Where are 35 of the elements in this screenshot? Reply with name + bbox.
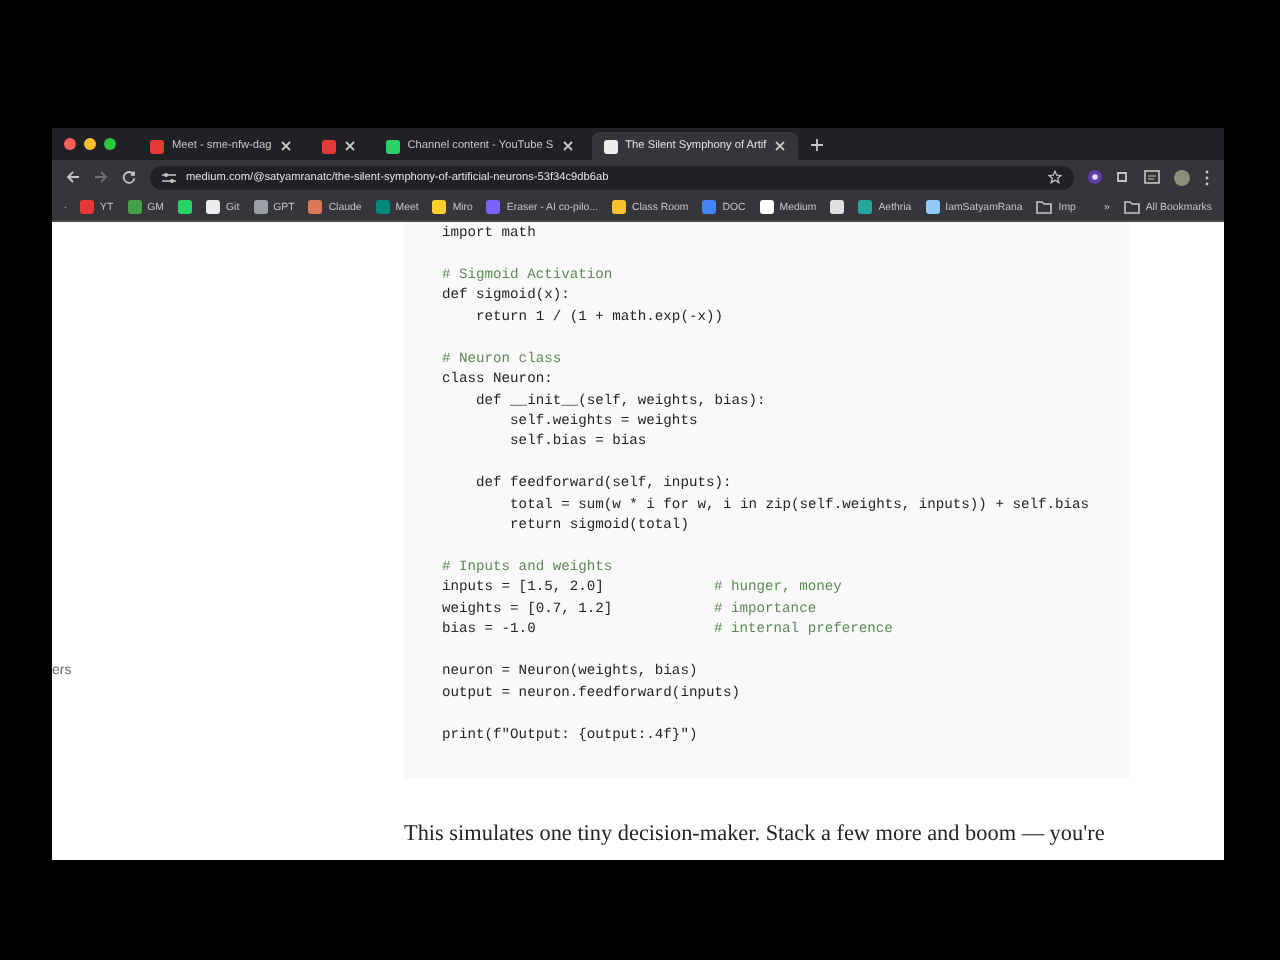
reading-list-icon[interactable] [1144, 170, 1160, 184]
site-icon [759, 200, 774, 214]
new-tab-icon[interactable] [810, 137, 825, 151]
folder-icon [1036, 200, 1053, 214]
site-icon [432, 200, 447, 214]
close-icon[interactable] [343, 140, 356, 152]
site-icon [385, 139, 400, 153]
site-icon [603, 139, 618, 153]
star-icon[interactable] [1048, 170, 1062, 184]
back-arrow-icon[interactable] [66, 170, 80, 184]
site-icon [150, 139, 164, 153]
maximize-window-icon[interactable] [104, 138, 116, 150]
site-icon [80, 200, 94, 214]
site-icon [308, 200, 323, 214]
article-paragraph: This simulates one tiny decision-maker. Stack a few more and boom — you're [404, 821, 1107, 846]
forward-arrow-icon[interactable] [94, 170, 108, 184]
avatar-icon[interactable] [1174, 169, 1190, 185]
close-icon[interactable] [279, 140, 292, 152]
site-icon [253, 200, 268, 214]
site-icon [486, 200, 501, 214]
minimize-window-icon[interactable] [84, 138, 96, 150]
site-icon [321, 139, 336, 153]
close-window-icon[interactable] [64, 138, 76, 150]
site-icon [611, 200, 626, 214]
folder-icon [1123, 200, 1140, 214]
menu-icon[interactable] [1204, 169, 1210, 185]
close-icon[interactable] [561, 140, 574, 152]
site-icon [127, 200, 142, 214]
site-icon [702, 200, 717, 214]
sliders-icon[interactable] [162, 171, 176, 183]
site-icon [375, 200, 390, 214]
extension-icon[interactable] [1088, 170, 1102, 184]
site-icon [925, 200, 940, 214]
close-icon[interactable] [774, 140, 787, 152]
reload-icon[interactable] [122, 170, 136, 184]
